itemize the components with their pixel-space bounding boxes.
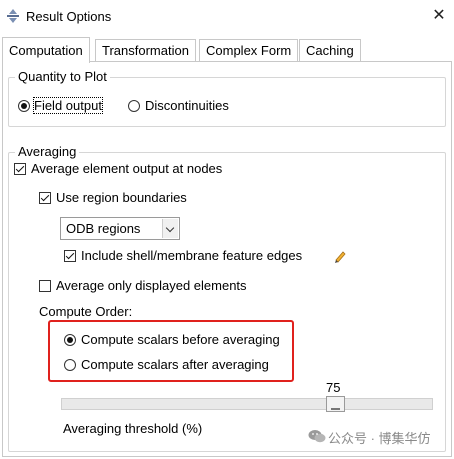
title-bar: Result Options ✕ bbox=[0, 0, 454, 34]
tab-computation[interactable]: Computation bbox=[2, 37, 90, 63]
pencil-icon[interactable] bbox=[333, 249, 347, 263]
region-select[interactable]: ODB regions bbox=[60, 217, 180, 240]
include-shell-checkbox[interactable] bbox=[64, 250, 76, 262]
watermark-label: 公众号 · 博集华仿 bbox=[328, 431, 431, 446]
discontinuities-label[interactable]: Discontinuities bbox=[145, 98, 229, 113]
average-at-nodes-label[interactable]: Average element output at nodes bbox=[31, 161, 222, 176]
compute-order-label: Compute Order: bbox=[39, 304, 133, 319]
tab-complex-form[interactable]: Complex Form bbox=[199, 39, 299, 62]
close-button[interactable]: ✕ bbox=[426, 4, 452, 28]
average-at-nodes-checkbox[interactable] bbox=[14, 163, 26, 175]
use-region-boundaries-label[interactable]: Use region boundaries bbox=[56, 190, 187, 205]
tab-label: Transformation bbox=[102, 43, 189, 58]
highlight-annotation bbox=[48, 320, 294, 382]
tab-transformation[interactable]: Transformation bbox=[95, 39, 196, 62]
tab-label: Computation bbox=[9, 43, 83, 58]
tab-label: Caching bbox=[306, 43, 354, 58]
field-output-label[interactable]: Field output bbox=[33, 97, 103, 114]
threshold-value: 75 bbox=[326, 380, 341, 395]
region-select-value: ODB regions bbox=[66, 221, 141, 236]
include-shell-label[interactable]: Include shell/membrane feature edges bbox=[81, 248, 302, 263]
threshold-slider-track[interactable] bbox=[61, 398, 433, 410]
tab-caching[interactable]: Caching bbox=[299, 39, 361, 62]
threshold-slider-handle[interactable] bbox=[325, 396, 345, 412]
average-only-displayed-checkbox[interactable] bbox=[39, 280, 51, 292]
discontinuities-radio[interactable] bbox=[128, 100, 140, 112]
field-output-radio[interactable] bbox=[18, 100, 30, 112]
use-region-boundaries-checkbox[interactable] bbox=[39, 192, 51, 204]
threshold-label: Averaging threshold (%) bbox=[63, 421, 203, 436]
close-icon: ✕ bbox=[432, 7, 446, 24]
averaging-legend: Averaging bbox=[15, 144, 80, 159]
window-title: Result Options bbox=[26, 9, 112, 24]
tab-label: Complex Form bbox=[206, 43, 292, 58]
average-only-displayed-label[interactable]: Average only displayed elements bbox=[56, 278, 247, 293]
quantity-legend: Quantity to Plot bbox=[15, 69, 110, 84]
wechat-icon bbox=[308, 430, 326, 443]
chevron-down-icon bbox=[162, 219, 178, 238]
app-icon bbox=[7, 9, 19, 23]
